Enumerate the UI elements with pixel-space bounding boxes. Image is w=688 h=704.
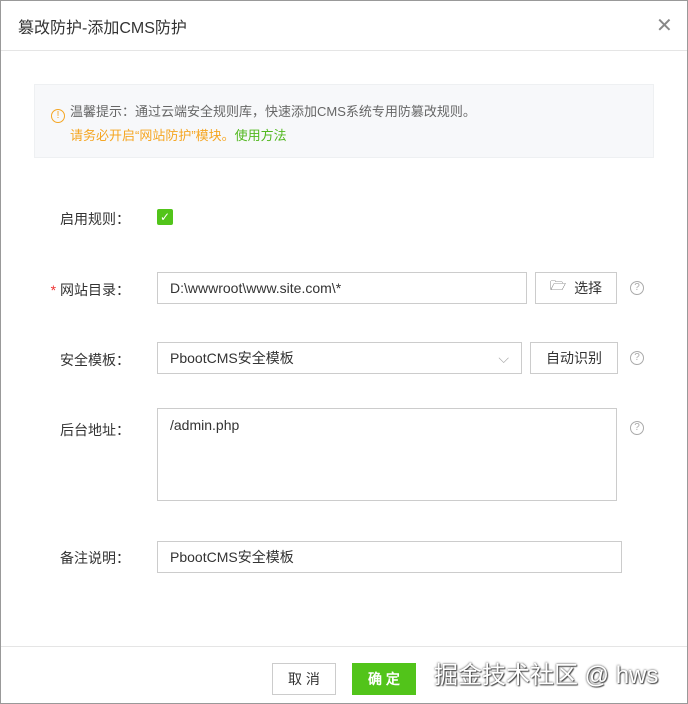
dir-label: * 网站目录： <box>30 280 130 300</box>
dialog-title: 篡改防护-添加CMS防护 <box>18 20 187 37</box>
template-value: PbootCMS安全模板 <box>170 350 294 366</box>
folder-icon: 🗁 <box>549 278 567 293</box>
required-mark: * <box>50 282 57 298</box>
enable-label: 启用规则： <box>60 211 130 227</box>
dialog: 篡改防护-添加CMS防护 ✕ ! 温馨提示：通过云端安全规则库，快速添加CMS系统… <box>0 0 688 704</box>
template-select[interactable]: PbootCMS安全模板 ⌵ <box>157 342 522 374</box>
admin-label: 后台地址： <box>60 422 130 438</box>
footer-divider <box>1 646 687 647</box>
note-input[interactable]: PbootCMS安全模板 <box>157 541 622 573</box>
help-icon[interactable]: ? <box>630 351 644 365</box>
notice-box: ! 温馨提示：通过云端安全规则库，快速添加CMS系统专用防篡改规则。 请务必开启“… <box>34 84 654 158</box>
admin-textarea[interactable]: /admin.php <box>157 408 617 501</box>
note-label: 备注说明： <box>60 550 130 566</box>
confirm-button[interactable]: 确 定 <box>352 663 416 695</box>
notice-text: 温馨提示：通过云端安全规则库，快速添加CMS系统专用防篡改规则。 <box>70 104 476 119</box>
chevron-down-icon: ⌵ <box>498 349 509 366</box>
template-label: 安全模板： <box>60 352 130 368</box>
warning-icon: ! <box>51 109 65 123</box>
help-icon[interactable]: ? <box>630 421 644 435</box>
close-icon[interactable]: ✕ <box>656 13 673 38</box>
select-label: 选择 <box>574 280 603 296</box>
enable-checkbox[interactable]: ✓ <box>157 209 173 225</box>
dir-label-text: 网站目录： <box>60 282 130 298</box>
cancel-button[interactable]: 取 消 <box>272 663 336 695</box>
dir-input[interactable]: D:\wwwroot\www.site.com\* <box>157 272 527 304</box>
help-icon[interactable]: ? <box>630 281 644 295</box>
select-folder-button[interactable]: 🗁 选择 <box>535 272 617 304</box>
watermark: 掘金技术社区 @ hws <box>434 662 659 689</box>
usage-link[interactable]: 使用方法 <box>235 128 287 143</box>
dialog-header: 篡改防护-添加CMS防护 ✕ <box>1 1 687 51</box>
notice-warning: 请务必开启“网站防护”模块。 <box>70 128 235 143</box>
auto-detect-button[interactable]: 自动识别 <box>530 342 618 374</box>
